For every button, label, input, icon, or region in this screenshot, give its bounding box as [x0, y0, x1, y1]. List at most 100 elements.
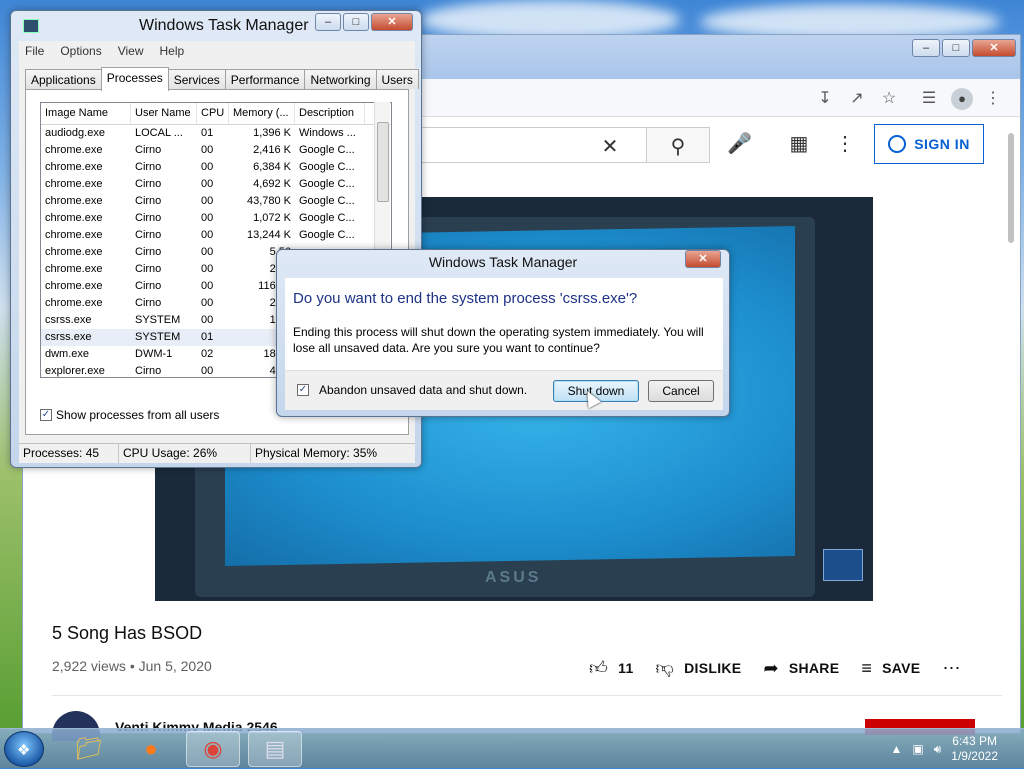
close-button[interactable]: ✕: [972, 39, 1016, 57]
menu-options[interactable]: Options: [60, 44, 101, 58]
table-cell: 00: [201, 195, 214, 207]
tab-performance[interactable]: Performance: [224, 69, 306, 89]
table-cell: 01: [201, 127, 214, 139]
checkbox-checked-icon: ✓: [297, 384, 309, 396]
dialog-question: Do you want to end the system process 'c…: [293, 290, 638, 307]
settings-menu-icon[interactable]: ⋮: [835, 131, 855, 156]
dialog-close-button[interactable]: ✕: [685, 250, 721, 268]
table-cell: Cirno: [135, 365, 162, 377]
playlist-add-icon: ≡: [861, 657, 873, 678]
divider: [52, 695, 1002, 696]
network-icon[interactable]: ▣: [912, 742, 923, 756]
task-manager-taskbar-button[interactable]: ▤: [248, 731, 302, 767]
like-count: 11: [618, 660, 634, 676]
share-button[interactable]: ➦ SHARE: [763, 658, 839, 679]
bookmark-star-icon[interactable]: ☆: [879, 89, 899, 109]
sign-in-button[interactable]: SIGN IN: [874, 124, 984, 164]
task-manager-icon: ▤: [264, 736, 286, 761]
table-cell: Google C...: [299, 195, 355, 207]
cancel-button[interactable]: Cancel: [648, 380, 714, 402]
more-actions-button[interactable]: ⋯: [942, 658, 960, 679]
close-button[interactable]: ✕: [371, 13, 413, 31]
table-cell: Google C...: [299, 229, 355, 241]
tab-strip: Applications Processes Services Performa…: [25, 67, 419, 91]
chrome-icon: ◉: [203, 736, 223, 761]
table-cell: 1,072 K: [253, 212, 291, 224]
video-actions: 👍︎ 11 👎︎ DISLIKE ➦ SHARE ≡ SAVE ⋯: [589, 657, 961, 679]
share-arrow-icon: ➦: [763, 657, 779, 678]
media-control-icon[interactable]: ☰: [919, 89, 939, 109]
menu-file[interactable]: File: [25, 44, 44, 58]
menu-help[interactable]: Help: [160, 44, 185, 58]
table-cell: SYSTEM: [135, 331, 181, 343]
dialog-title: Windows Task Manager: [428, 254, 578, 270]
table-row[interactable]: audiodg.exe LOCAL ... 01 1,396 K Windows ...: [41, 125, 391, 142]
tray-expand-icon[interactable]: ▲: [890, 742, 902, 756]
clock[interactable]: 6:43 PM 1/9/2022: [951, 734, 998, 764]
minimize-button[interactable]: –: [315, 13, 341, 31]
abandon-data-checkbox[interactable]: ✓ Abandon unsaved data and shut down.: [297, 383, 527, 397]
chrome-menu-icon[interactable]: ⋮: [983, 89, 1003, 109]
maximize-button[interactable]: □: [942, 39, 970, 57]
tab-applications[interactable]: Applications: [25, 69, 102, 89]
page-scrollbar[interactable]: [1006, 125, 1016, 245]
table-cell: 43,780 K: [246, 195, 291, 207]
save-button[interactable]: ≡ SAVE: [861, 658, 920, 679]
maximize-button[interactable]: □: [343, 13, 369, 31]
firefox-taskbar-button[interactable]: ●: [124, 731, 178, 767]
tab-services[interactable]: Services: [167, 69, 226, 89]
table-row[interactable]: chrome.exe Cirno 00 1,072 K Google C...: [41, 210, 391, 227]
minimize-button[interactable]: –: [912, 39, 940, 57]
table-row[interactable]: chrome.exe Cirno 00 6,384 K Google C...: [41, 159, 391, 176]
tab-processes[interactable]: Processes: [100, 67, 169, 91]
dislike-button[interactable]: 👎︎ DISLIKE: [656, 657, 742, 679]
explorer-taskbar-button[interactable]: 📁︎: [62, 731, 116, 767]
table-cell: chrome.exe: [45, 297, 103, 309]
column-cpu[interactable]: CPU: [197, 103, 229, 124]
end-process-dialog: Windows Task Manager ✕ Do you want to en…: [276, 249, 730, 417]
voice-search-icon[interactable]: 🎤: [727, 131, 752, 156]
dialog-footer: ✓ Abandon unsaved data and shut down. Sh…: [285, 370, 723, 410]
apps-grid-icon[interactable]: ▦: [787, 131, 811, 156]
table-cell: chrome.exe: [45, 144, 103, 156]
chrome-taskbar-button[interactable]: ◉: [186, 731, 240, 767]
table-row[interactable]: chrome.exe Cirno 00 2,416 K Google C...: [41, 142, 391, 159]
thumbs-up-icon: 👍︎: [589, 658, 609, 678]
folder-icon: 📁︎: [75, 736, 103, 761]
share-page-icon[interactable]: ↗: [847, 89, 867, 109]
menu-view[interactable]: View: [118, 44, 144, 58]
firefox-icon: ●: [144, 736, 158, 761]
show-all-processes-checkbox[interactable]: ✓ Show processes from all users: [40, 408, 219, 422]
search-button[interactable]: ⚲: [646, 127, 710, 163]
column-image-name[interactable]: Image Name: [41, 103, 131, 124]
system-tray: ▲ ▣ 🔊︎ 6:43 PM 1/9/2022: [890, 729, 1024, 769]
profile-avatar-icon[interactable]: ●: [951, 88, 973, 110]
table-cell: 00: [201, 314, 214, 326]
tab-networking[interactable]: Networking: [304, 69, 377, 89]
table-row[interactable]: chrome.exe Cirno 00 43,780 K Google C...: [41, 193, 391, 210]
taskbar: ❖ 📁︎ ● ◉ ▤ ▲ ▣ 🔊︎ 6:43 PM 1/9/2022: [0, 728, 1024, 768]
search-input[interactable]: ✕: [403, 127, 653, 163]
table-row[interactable]: chrome.exe Cirno 00 13,244 K Google C...: [41, 227, 391, 244]
table-cell: 00: [201, 212, 214, 224]
tab-users[interactable]: Users: [375, 69, 419, 89]
table-cell: 01: [201, 331, 214, 343]
table-cell: 4,692 K: [253, 178, 291, 190]
table-cell: audiodg.exe: [45, 127, 105, 139]
table-cell: 00: [201, 178, 214, 190]
start-button[interactable]: ❖: [4, 731, 44, 767]
table-cell: 00: [201, 161, 214, 173]
task-manager-caption-buttons: – □ ✕: [315, 13, 413, 31]
chrome-caption-buttons: – □ ✕: [912, 39, 1016, 57]
install-icon[interactable]: ↧: [815, 89, 835, 109]
clear-search-icon[interactable]: ✕: [600, 134, 620, 159]
table-row[interactable]: chrome.exe Cirno 00 4,692 K Google C...: [41, 176, 391, 193]
column-description[interactable]: Description: [295, 103, 365, 124]
table-cell: SYSTEM: [135, 314, 181, 326]
volume-icon[interactable]: 🔊︎: [934, 742, 942, 757]
thumbs-down-icon: 👎︎: [655, 658, 675, 678]
column-user-name[interactable]: User Name: [131, 103, 197, 124]
table-cell: 1,396 K: [253, 127, 291, 139]
column-memory[interactable]: Memory (...: [229, 103, 295, 124]
like-button[interactable]: 👍︎ 11: [589, 657, 634, 679]
